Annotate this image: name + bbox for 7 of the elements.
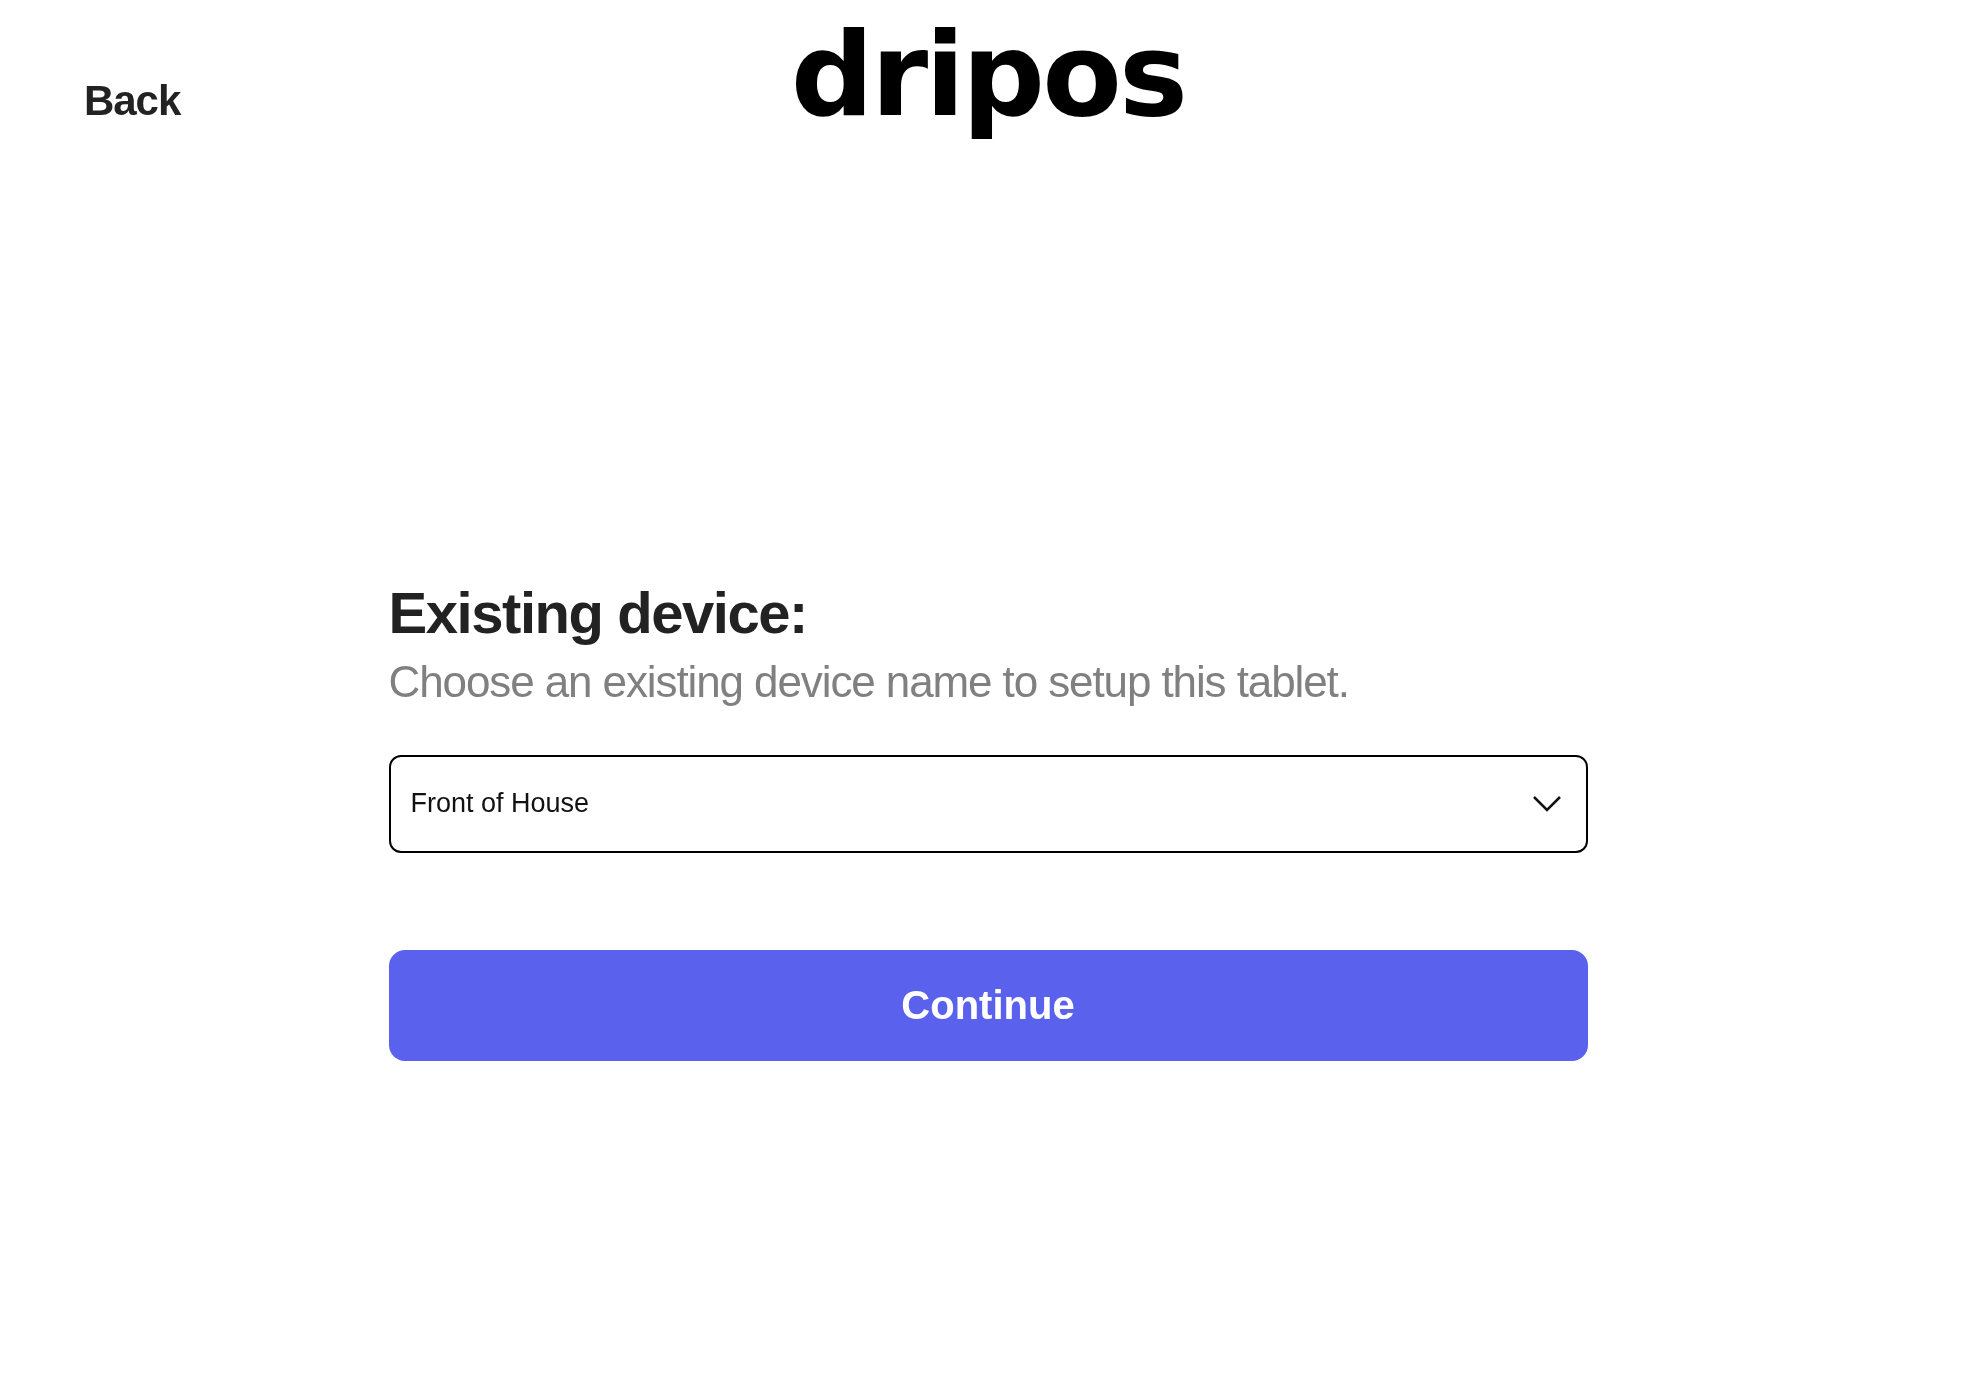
chevron-down-icon	[1531, 794, 1562, 813]
continue-button[interactable]: Continue	[388, 949, 1588, 1061]
heading: Existing device:	[388, 579, 808, 647]
subtitle: Choose an existing device name to setup this tablet.	[388, 655, 1350, 708]
logo: dripos	[790, 6, 1186, 144]
back-button[interactable]: Back	[84, 80, 181, 122]
device-select[interactable]: Front of House	[388, 754, 1588, 853]
